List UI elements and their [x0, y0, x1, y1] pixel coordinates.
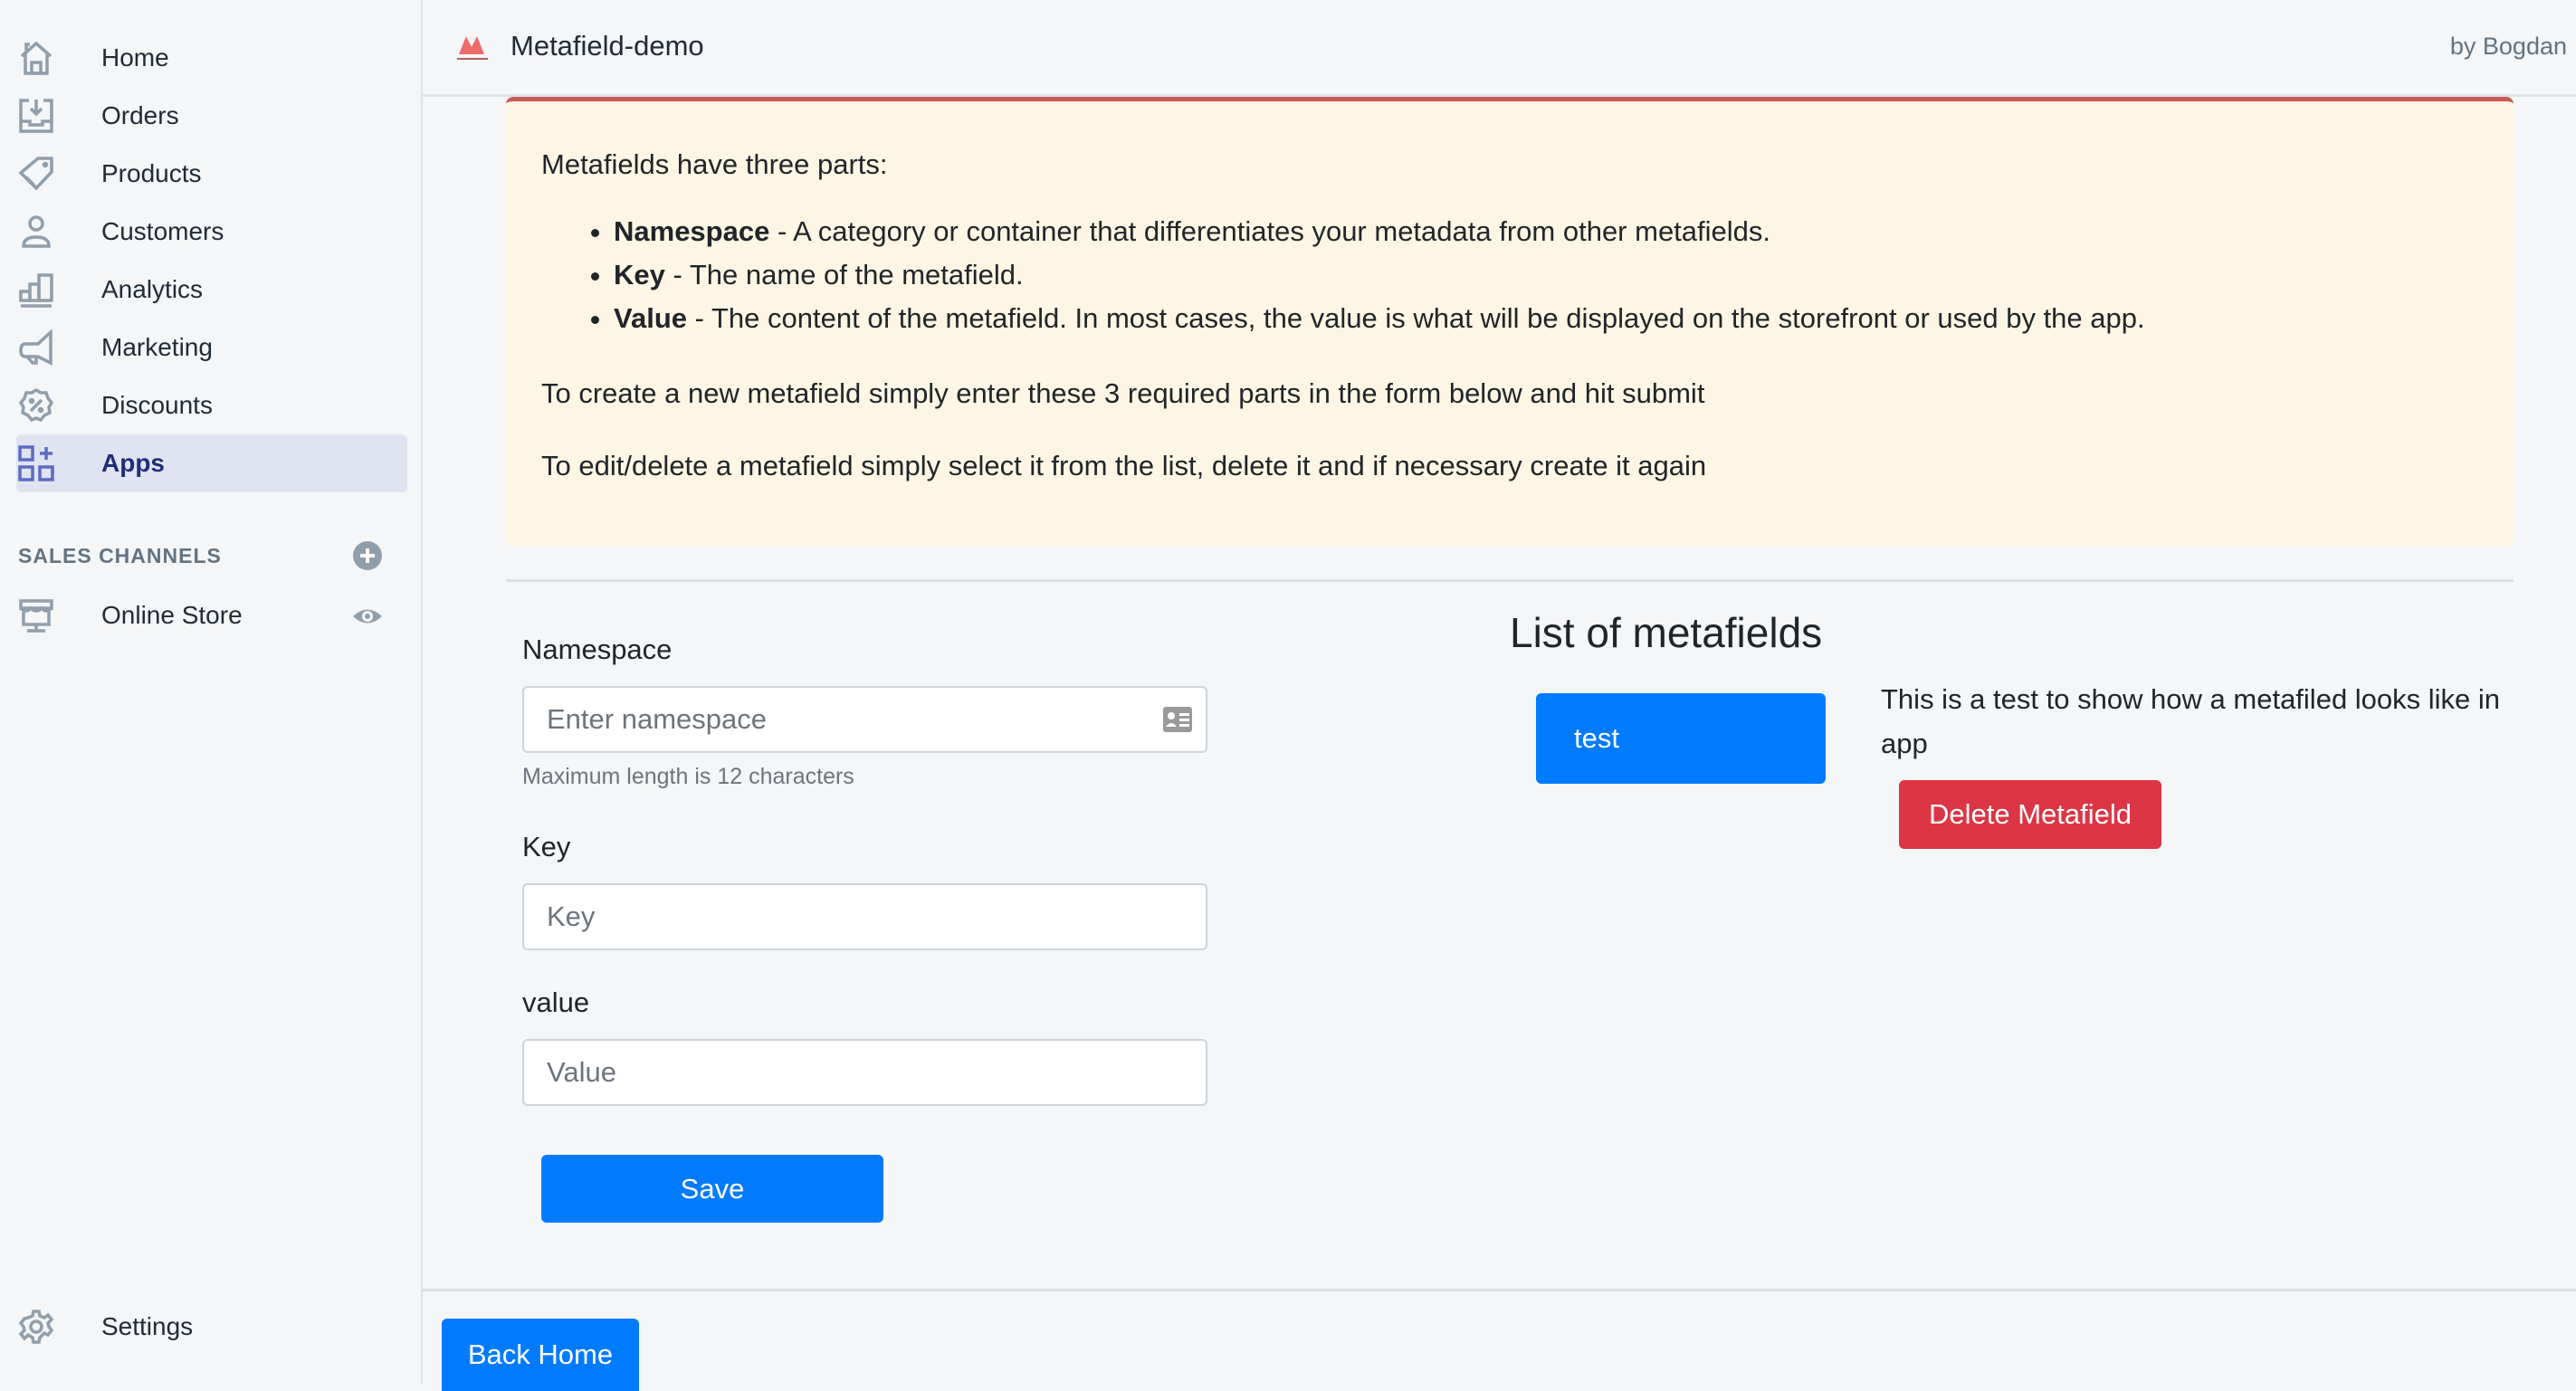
value-label: value: [522, 986, 590, 1018]
apps-icon: [18, 445, 54, 481]
part-term: Namespace: [614, 215, 770, 247]
namespace-help-text: Maximum length is 12 characters: [522, 764, 854, 789]
home-icon: [18, 40, 54, 76]
app-logo-icon: [455, 31, 495, 63]
info-notice: Metafields have three parts: Namespace -…: [506, 97, 2514, 547]
person-icon: [18, 214, 54, 250]
part-desc: - The content of the metafield. In most …: [687, 302, 2145, 334]
store-icon: [18, 597, 54, 634]
part-desc: - A category or container that different…: [769, 215, 1771, 247]
author-byline: by Bogdan: [2449, 33, 2567, 60]
notice-edit-text: To edit/delete a metafield simply select…: [541, 450, 1707, 481]
sidebar-item-label: Online Store: [101, 601, 243, 629]
sidebar-item-marketing[interactable]: Marketing: [16, 319, 407, 376]
save-button[interactable]: Save: [541, 1155, 883, 1223]
value-input[interactable]: [522, 1039, 1207, 1106]
metafield-parts-list: Namespace - A category or container that…: [541, 210, 2145, 340]
orders-icon: [18, 98, 54, 134]
sidebar-item-label: Analytics: [101, 275, 204, 303]
metafield-item-test[interactable]: test: [1536, 693, 1826, 784]
metafield-value-text: This is a test to show how a metafiled l…: [1881, 683, 2501, 759]
sidebar-item-orders[interactable]: Orders: [16, 87, 407, 145]
tag-icon: [18, 156, 54, 192]
bar-chart-icon: [18, 272, 54, 308]
sidebar-item-label: Apps: [101, 449, 165, 477]
sidebar-item-discounts[interactable]: Discounts: [16, 376, 407, 434]
sidebar-item-label: Discounts: [101, 391, 213, 419]
sales-channels-heading: SALES CHANNELS: [18, 544, 222, 567]
sidebar-item-label: Home: [101, 43, 169, 71]
part-desc: - The name of the metafield.: [664, 259, 1024, 291]
sidebar-item-analytics[interactable]: Analytics: [16, 261, 407, 319]
gear-icon: [18, 1309, 54, 1345]
sidebar-item-label: Customers: [101, 217, 224, 245]
view-store-eye-icon[interactable]: [352, 601, 383, 632]
id-card-icon: [1163, 707, 1192, 732]
list-item: Key - The name of the metafield.: [614, 253, 2145, 297]
list-item: Value - The content of the metafield. In…: [614, 297, 2145, 340]
sidebar-item-label: Products: [101, 159, 202, 187]
delete-metafield-button[interactable]: Delete Metafield: [1899, 780, 2161, 849]
part-term: Key: [614, 259, 665, 291]
sidebar-item-online-store[interactable]: Online Store: [16, 586, 407, 644]
sidebar-item-label: Marketing: [101, 333, 213, 361]
notice-intro: Metafields have three parts:: [541, 148, 888, 180]
back-home-button[interactable]: Back Home: [442, 1319, 639, 1391]
sidebar-item-products[interactable]: Products: [16, 145, 407, 203]
list-item: Namespace - A category or container that…: [614, 210, 2145, 253]
sidebar-item-label: Orders: [101, 101, 179, 129]
sidebar-item-home[interactable]: Home: [16, 29, 407, 87]
key-label: Key: [522, 831, 571, 862]
discount-badge-icon: [18, 387, 54, 424]
notice-create-text: To create a new metafield simply enter t…: [541, 377, 1705, 409]
app-header: Metafield-demo by Bogdan: [423, 0, 2576, 97]
sidebar-item-label: Settings: [101, 1312, 194, 1340]
footer-divider: [423, 1289, 2576, 1291]
section-divider: [506, 579, 2514, 582]
key-input[interactable]: [522, 883, 1207, 950]
sidebar: Home Orders Products Customers Analytics…: [0, 0, 423, 1385]
namespace-input[interactable]: [522, 686, 1207, 753]
sidebar-item-customers[interactable]: Customers: [16, 203, 407, 261]
sidebar-item-apps[interactable]: Apps: [16, 434, 407, 492]
namespace-label: Namespace: [522, 634, 673, 665]
part-term: Value: [614, 302, 687, 334]
metafield-list-title: List of metafields: [1510, 609, 1823, 656]
add-sales-channel-button[interactable]: [352, 540, 383, 571]
sidebar-item-settings[interactable]: Settings: [16, 1298, 407, 1356]
app-title: Metafield-demo: [510, 30, 704, 62]
megaphone-icon: [18, 329, 54, 366]
